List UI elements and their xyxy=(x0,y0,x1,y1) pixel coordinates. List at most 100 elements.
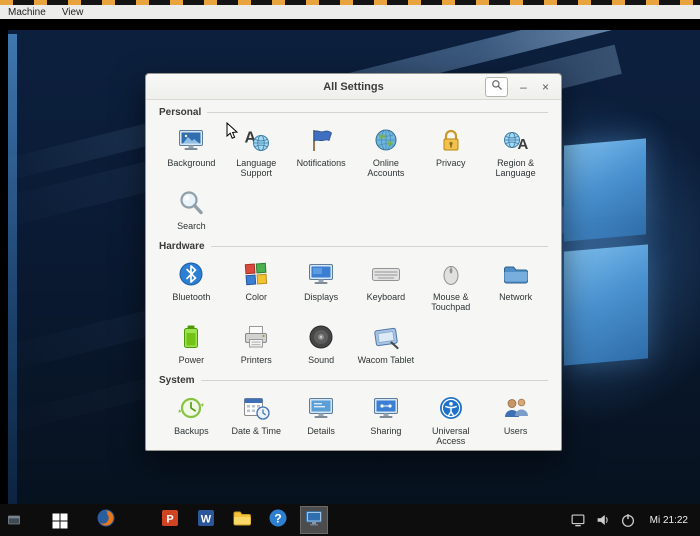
menu-item-machine[interactable]: Machine xyxy=(8,7,46,18)
power-battery-icon xyxy=(175,321,207,353)
taskbar-app-file-explorer[interactable] xyxy=(228,506,256,534)
settings-item-displays[interactable]: Displays xyxy=(289,258,354,313)
settings-item-online-accounts[interactable]: Online Accounts xyxy=(354,124,419,179)
minimize-button[interactable]: – xyxy=(517,81,530,93)
taskbar-app-word[interactable]: W xyxy=(192,506,220,534)
settings-item-backups[interactable]: Backups xyxy=(159,392,224,447)
svg-text:A: A xyxy=(517,136,528,153)
settings-item-label: Bluetooth xyxy=(172,292,211,303)
taskbar-app-help[interactable]: ? xyxy=(264,506,292,534)
settings-item-sound[interactable]: Sound xyxy=(289,321,354,365)
settings-item-wacom-tablet[interactable]: Wacom Tablet xyxy=(354,321,419,365)
settings-item-color[interactable]: Color xyxy=(224,258,289,313)
display-tray-icon[interactable] xyxy=(569,511,587,529)
volume-tray-icon[interactable] xyxy=(594,511,612,529)
settings-item-date-time[interactable]: Date & Time xyxy=(224,392,289,447)
section-divider xyxy=(207,112,548,113)
details-monitor-icon xyxy=(305,392,337,424)
network-folder-icon xyxy=(500,258,532,290)
settings-item-label: Details xyxy=(307,426,335,437)
svg-text:W: W xyxy=(201,513,212,525)
svg-text:P: P xyxy=(166,513,173,525)
settings-item-label: Users xyxy=(503,426,528,437)
settings-grid-hardware: Bluetooth Color Displays Keyboard Mouse & To… xyxy=(159,258,548,365)
vm-menubar: Machine View xyxy=(0,5,700,20)
taskbar-apps: P W? xyxy=(92,506,336,534)
taskbar-clock[interactable]: Mi 21:22 xyxy=(650,515,688,526)
displays-monitor-icon xyxy=(305,258,337,290)
settings-item-search[interactable]: Search xyxy=(159,187,224,231)
display-window-icon xyxy=(304,508,324,533)
settings-item-label: Sharing xyxy=(370,426,402,437)
taskbar-app-powerpoint[interactable]: P xyxy=(156,506,184,534)
settings-item-label: Displays xyxy=(304,292,339,303)
desktop: All Settings – × Personal Background A Lang… xyxy=(0,19,700,504)
sound-speaker-icon xyxy=(305,321,337,353)
settings-item-label: Printers xyxy=(240,354,272,365)
power-tray-icon[interactable] xyxy=(619,511,637,529)
window-controls: – × xyxy=(485,76,561,97)
settings-item-printers[interactable]: Printers xyxy=(224,321,289,365)
settings-item-users[interactable]: Users xyxy=(483,392,548,447)
powerpoint-icon: P xyxy=(160,508,180,533)
settings-item-keyboard[interactable]: Keyboard xyxy=(354,258,419,313)
notifications-flag-icon xyxy=(305,124,337,156)
vm-screen: All Settings – × Personal Background A Lang… xyxy=(8,30,700,504)
settings-item-label: Universal Access xyxy=(431,426,470,447)
search-button[interactable] xyxy=(485,76,508,97)
settings-item-label: Power xyxy=(178,354,205,365)
section-title: Hardware xyxy=(159,241,205,253)
menu-item-view[interactable]: View xyxy=(62,7,84,18)
universal-access-icon xyxy=(435,392,467,424)
settings-item-label: Privacy xyxy=(435,158,466,168)
settings-item-label: Wacom Tablet xyxy=(357,354,415,365)
date-time-icon xyxy=(240,392,272,424)
svg-text:?: ? xyxy=(274,511,281,525)
settings-item-label: Color xyxy=(245,292,267,303)
mouse-icon xyxy=(435,258,467,290)
taskbar-app-settings-vm-window[interactable] xyxy=(300,506,328,534)
settings-item-label: Notifications xyxy=(296,158,346,168)
settings-item-label: Backups xyxy=(174,426,209,437)
privacy-lock-icon xyxy=(435,124,467,156)
color-profile-icon xyxy=(240,258,272,290)
settings-item-language-support[interactable]: A Language Support xyxy=(224,124,289,179)
settings-item-power[interactable]: Power xyxy=(159,321,224,365)
backups-icon xyxy=(175,392,207,424)
background-monitor-icon xyxy=(175,124,207,156)
settings-item-region-language[interactable]: A Region & Language xyxy=(483,124,548,179)
tray-icons xyxy=(569,511,637,529)
close-button[interactable]: × xyxy=(539,81,552,93)
settings-item-label: Keyboard xyxy=(366,292,406,303)
settings-item-privacy[interactable]: Privacy xyxy=(418,124,483,179)
magnifier-icon xyxy=(491,78,503,96)
settings-item-label: Region & Language xyxy=(495,158,536,179)
window-icon[interactable] xyxy=(6,512,22,528)
settings-item-details[interactable]: Details xyxy=(289,392,354,447)
settings-grid-system: Backups Date & Time Details Sharing Universa… xyxy=(159,392,548,447)
printer-icon xyxy=(240,321,272,353)
settings-item-mouse-touchpad[interactable]: Mouse & Touchpad xyxy=(418,258,483,313)
all-settings-window: All Settings – × Personal Background A Lang… xyxy=(145,73,562,451)
settings-item-universal-access[interactable]: Universal Access xyxy=(418,392,483,447)
settings-content: Personal Background A Language Support Notif… xyxy=(146,100,561,450)
section-divider xyxy=(200,380,548,382)
taskbar-app-firefox[interactable] xyxy=(92,506,120,534)
wallpaper-edge-glow xyxy=(8,34,17,504)
settings-item-label: Mouse & Touchpad xyxy=(431,292,471,313)
settings-item-bluetooth[interactable]: Bluetooth xyxy=(159,258,224,313)
help-icon: ? xyxy=(268,508,288,533)
start-button[interactable] xyxy=(50,510,70,530)
settings-item-label: Network xyxy=(499,292,533,303)
online-accounts-globe-icon xyxy=(370,124,402,156)
settings-item-background[interactable]: Background xyxy=(159,124,224,179)
users-icon xyxy=(500,392,532,424)
settings-item-network[interactable]: Network xyxy=(483,258,548,313)
bluetooth-icon xyxy=(175,258,207,290)
sharing-monitor-icon xyxy=(370,392,402,424)
section-header-system: System xyxy=(159,375,548,386)
settings-item-sharing[interactable]: Sharing xyxy=(354,392,419,447)
settings-item-label: Sound xyxy=(308,354,335,365)
settings-item-notifications[interactable]: Notifications xyxy=(289,124,354,179)
window-titlebar[interactable]: All Settings – × xyxy=(146,74,561,100)
